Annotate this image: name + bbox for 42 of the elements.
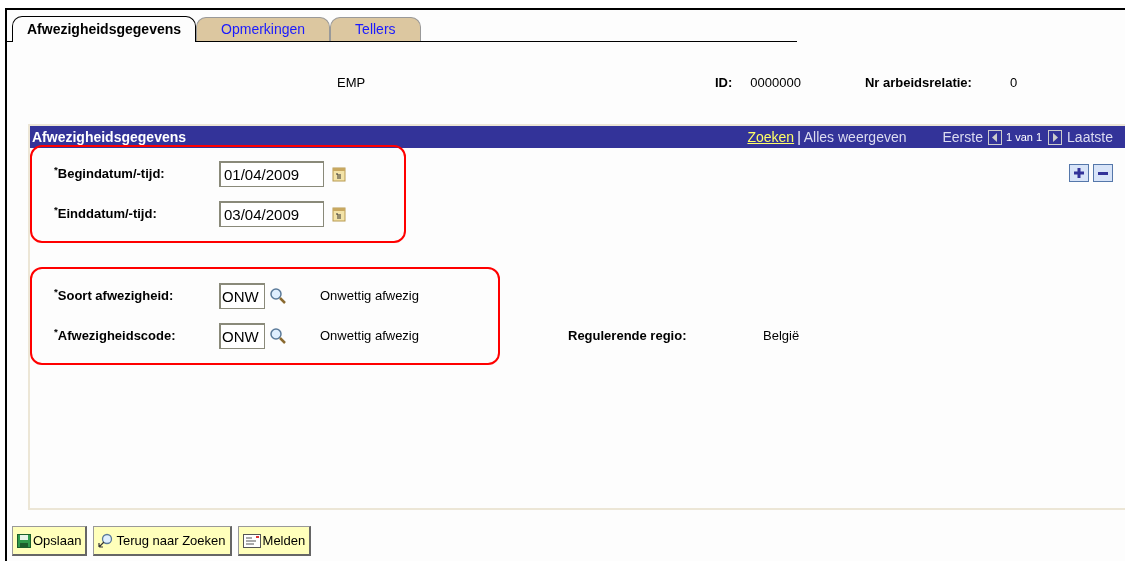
id-value: 0000000	[750, 74, 801, 93]
code-field[interactable]: ONW	[219, 283, 265, 309]
minus-icon	[1098, 171, 1108, 175]
delete-row-button[interactable]	[1093, 164, 1113, 182]
show-all-link[interactable]: Alles weergeven	[803, 126, 907, 148]
relation-value: 0	[1009, 74, 1018, 93]
next-icon[interactable]	[1048, 129, 1063, 145]
toolbar-button[interactable]: Terug naar Zoeken	[93, 526, 232, 556]
region-value: België	[763, 327, 800, 346]
tab[interactable]: Opmerkingen	[196, 17, 331, 41]
field-label: $^{*}$Begindatum/-tijd:	[54, 164, 166, 184]
field-label: $^{*}$Soort afwezigheid:	[54, 286, 175, 306]
date-field[interactable]: 01/04/2009	[219, 161, 324, 187]
calendar-icon[interactable]	[332, 206, 346, 222]
date-field[interactable]: 03/04/2009	[219, 201, 324, 227]
last-link[interactable]: Laatste	[1067, 126, 1113, 148]
toolbar-button[interactable]: Opslaan	[12, 526, 88, 556]
page-counter: 1 van 1	[1005, 129, 1043, 145]
separator: |	[797, 127, 801, 147]
code-description: Onwettig afwezig	[320, 327, 420, 346]
employee-name: EMP	[337, 74, 367, 93]
section-title: Afwezigheidsgegevens	[32, 127, 187, 147]
field-label: $^{*}$Afwezigheidscode:	[54, 326, 177, 346]
code-field[interactable]: ONW	[219, 323, 265, 349]
search-link[interactable]: Zoeken	[747, 126, 795, 148]
previous-icon[interactable]	[987, 129, 1002, 145]
plus-icon	[1074, 168, 1084, 178]
id-label: ID:	[715, 74, 733, 93]
first-link[interactable]: Eerste	[942, 126, 983, 148]
magnifier-arrow-icon	[98, 532, 115, 549]
relation-label: Nr arbeidsrelatie:	[864, 74, 972, 93]
tab[interactable]: Afwezigheidsgegevens	[12, 16, 197, 42]
region-label: Regulerende regio:	[568, 327, 688, 346]
tab[interactable]: Tellers	[330, 17, 421, 41]
field-label: $^{*}$Einddatum/-tijd:	[54, 204, 158, 224]
add-row-button[interactable]	[1069, 164, 1089, 182]
calendar-icon[interactable]	[332, 166, 346, 182]
search-icon[interactable]	[269, 287, 287, 305]
search-icon[interactable]	[269, 327, 287, 345]
toolbar-button[interactable]: Melden	[237, 526, 312, 556]
message-icon	[242, 533, 261, 548]
code-description: Onwettig afwezig	[320, 287, 420, 306]
